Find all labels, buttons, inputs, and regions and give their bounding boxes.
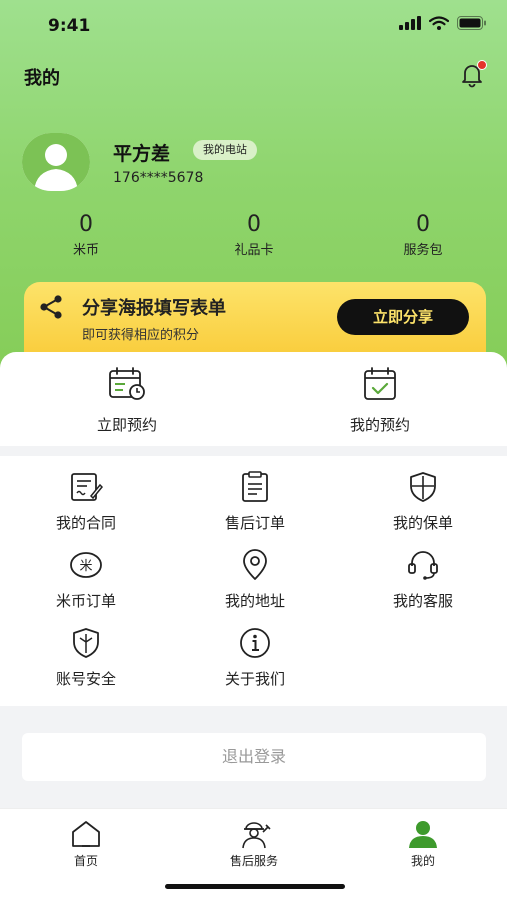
order-list-icon	[242, 471, 268, 502]
tab-after-sales-service[interactable]: 售后服务	[199, 819, 309, 869]
logout-button[interactable]: 退出登录	[22, 733, 486, 781]
stat-mi-coin[interactable]: 0 米币	[36, 212, 136, 258]
technician-icon	[242, 822, 271, 849]
stat-service-pack[interactable]: 0 服务包	[373, 212, 473, 258]
my-bookings-label: 我的预约	[349, 416, 410, 434]
battery-icon	[457, 16, 486, 30]
menu-item-label: 米币订单	[55, 592, 116, 610]
stat-value: 0	[79, 212, 93, 237]
menu-item-address[interactable]: 我的地址	[190, 548, 320, 611]
book-now-item[interactable]: 立即预约	[47, 366, 207, 435]
menu-item-label: 售后订单	[224, 514, 285, 532]
menu-item-label: 我的合同	[55, 514, 116, 532]
menu-item-customer-service[interactable]: 我的客服	[358, 548, 488, 611]
calendar-clock-icon	[109, 367, 145, 400]
status-icons	[399, 16, 487, 30]
book-now-label: 立即预约	[96, 416, 157, 434]
wifi-icon	[429, 16, 449, 30]
tab-home[interactable]: 首页	[31, 819, 141, 869]
tab-mine[interactable]: 我的	[368, 819, 478, 869]
stat-label: 米币	[72, 243, 99, 258]
user-name: 平方差	[113, 143, 171, 165]
menu-item-mi-coin-order[interactable]: 米 米币订单	[21, 548, 151, 611]
calendar-check-icon	[364, 367, 396, 400]
share-title: 分享海报填写表单	[82, 298, 226, 319]
user-phone: 176****5678	[113, 170, 204, 186]
menu-item-label: 我的客服	[392, 592, 453, 610]
tab-label: 售后服务	[229, 854, 278, 868]
tab-label: 我的	[410, 854, 435, 868]
home-indicator	[165, 884, 345, 889]
menu-item-after-sales-order[interactable]: 售后订单	[190, 470, 320, 533]
menu-item-label: 账号安全	[55, 670, 116, 688]
share-subtitle: 即可获得相应的积分	[82, 328, 200, 343]
status-time: 9:41	[48, 16, 91, 36]
booking-card: 立即预约 我的预约	[0, 352, 507, 446]
notification-button[interactable]	[459, 60, 487, 88]
stat-value: 0	[247, 212, 261, 237]
svg-text:米: 米	[79, 559, 92, 574]
location-pin-icon	[243, 549, 267, 580]
user-icon	[409, 821, 437, 848]
mi-coin-icon: 米	[70, 552, 102, 578]
status-bar: 9:41	[0, 0, 507, 52]
shield-check-icon	[73, 628, 99, 658]
menu-grid: 我的合同 售后订单 我的保单 米 米币订单 我的地址 我的客服 账号安全 关于我…	[0, 456, 507, 706]
tab-label: 首页	[73, 854, 98, 868]
share-icon	[40, 295, 62, 319]
share-now-button[interactable]: 立即分享	[337, 299, 469, 335]
menu-item-about-us[interactable]: 关于我们	[190, 626, 320, 689]
shield-icon	[410, 472, 436, 502]
signal-icon	[399, 16, 421, 30]
menu-item-contract[interactable]: 我的合同	[21, 470, 151, 533]
headset-icon	[408, 551, 438, 580]
menu-item-label: 我的地址	[224, 592, 285, 610]
stat-label: 礼品卡	[234, 243, 274, 258]
menu-item-label: 我的保单	[392, 514, 453, 532]
contract-icon	[71, 473, 103, 501]
user-avatar-icon	[22, 133, 90, 191]
page-title: 我的	[24, 68, 60, 89]
menu-item-account-security[interactable]: 账号安全	[21, 626, 151, 689]
menu-item-policy[interactable]: 我的保单	[358, 470, 488, 533]
stat-label: 服务包	[403, 243, 443, 258]
my-station-badge[interactable]: 我的电站	[193, 140, 257, 160]
home-icon	[72, 821, 100, 847]
my-bookings-item[interactable]: 我的预约	[300, 366, 460, 435]
menu-item-label: 关于我们	[224, 670, 285, 688]
info-icon	[240, 628, 270, 658]
stat-gift-card[interactable]: 0 礼品卡	[204, 212, 304, 258]
avatar[interactable]	[22, 133, 90, 191]
notification-dot	[477, 60, 487, 70]
stat-value: 0	[416, 212, 430, 237]
